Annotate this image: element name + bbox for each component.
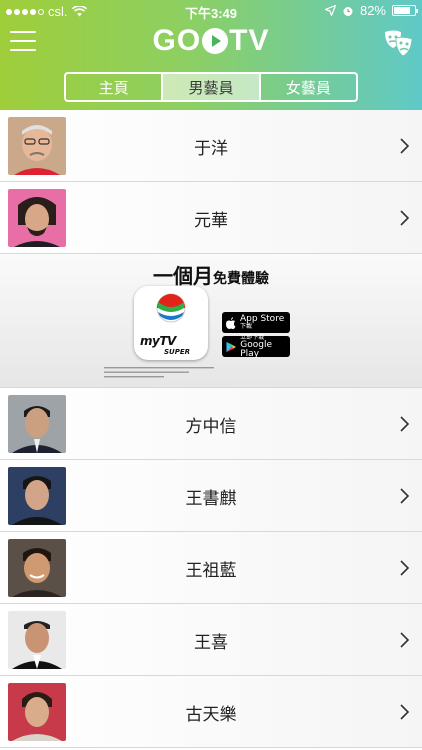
apple-icon (226, 316, 236, 329)
status-right: 82% (324, 3, 418, 18)
artist-name: 王喜 (194, 632, 228, 653)
nav-bar: GO TV (0, 22, 422, 66)
artist-list: 于洋 元華 一個月免費體驗 myTV SUPER App Store 下載 立即… (0, 110, 422, 748)
status-bar: csl. 下午3:49 82% (0, 0, 422, 22)
chevron-right-icon (400, 416, 410, 432)
logo-text-left: GO (152, 24, 202, 57)
tab-female-artists[interactable]: 女藝員 (261, 74, 356, 100)
artist-name: 元華 (194, 210, 228, 231)
app-store-badge[interactable]: App Store 下載 (222, 312, 290, 333)
battery-icon (392, 5, 418, 16)
logo-play-icon (202, 28, 229, 54)
google-play-badge[interactable]: 立即下載 Google Play (222, 334, 290, 359)
chevron-right-icon (400, 488, 410, 504)
mytv-super-ad-banner[interactable]: 一個月免費體驗 myTV SUPER App Store 下載 立即下載 Goo… (0, 254, 422, 388)
gotv-logo: GO TV (0, 24, 422, 58)
chevron-right-icon (400, 632, 410, 648)
artist-name: 古天樂 (185, 704, 237, 725)
artist-row[interactable]: 古天樂 (0, 676, 422, 748)
app-header: csl. 下午3:49 82% GO TV 主頁 男藝員 女藝員 (0, 0, 422, 110)
ad-app-name: myTV (140, 334, 176, 348)
artist-row[interactable]: 元華 (0, 182, 422, 254)
chevron-right-icon (400, 560, 410, 576)
chevron-right-icon (400, 210, 410, 226)
tab-male-artists[interactable]: 男藝員 (163, 74, 261, 100)
battery-percent: 82% (359, 3, 386, 18)
artist-row[interactable]: 方中信 (0, 388, 422, 460)
ad-title-main: 一個月 (153, 264, 213, 288)
alarm-icon (343, 6, 353, 16)
app-store-small: 下載 (240, 323, 253, 330)
ad-app-sub: SUPER (164, 348, 191, 356)
artist-name: 王祖藍 (185, 560, 237, 581)
tvb-logo-icon (156, 293, 186, 323)
artist-name: 方中信 (185, 416, 237, 437)
artist-row[interactable]: 王書麒 (0, 460, 422, 532)
logo-text-right: TV (229, 24, 270, 57)
chevron-right-icon (400, 138, 410, 154)
theater-masks-icon[interactable] (382, 28, 414, 60)
artist-row[interactable]: 王祖藍 (0, 532, 422, 604)
chevron-right-icon (400, 704, 410, 720)
mytv-app-icon: myTV SUPER (134, 286, 208, 360)
google-play-icon (226, 341, 236, 352)
artist-name: 于洋 (194, 138, 228, 159)
ad-title-small: 免費體驗 (213, 271, 269, 287)
segment-tabs: 主頁 男藝員 女藝員 (64, 72, 358, 102)
artist-row[interactable]: 王喜 (0, 604, 422, 676)
google-play-main: Google Play (240, 339, 272, 359)
artist-name: 王書麒 (185, 488, 237, 509)
ad-fine-print (104, 367, 214, 378)
location-arrow-icon (324, 5, 336, 16)
ad-title: 一個月免費體驗 (0, 260, 422, 289)
artist-row[interactable]: 于洋 (0, 110, 422, 182)
tab-home[interactable]: 主頁 (66, 74, 164, 100)
